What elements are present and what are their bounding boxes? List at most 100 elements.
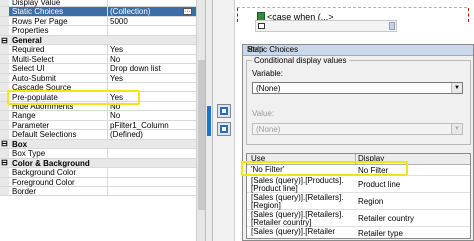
collapse-icon[interactable]: ⊟: [0, 158, 9, 167]
display-cell: Region: [358, 197, 384, 206]
row-gutter: [0, 149, 9, 158]
dialog-titlebar[interactable]: Static Choices Help ✕: [243, 45, 473, 56]
toolbar-remove-icon[interactable]: [217, 122, 231, 136]
table-row[interactable]: [Sales (query)].[Retailers].[Region] Regi…: [247, 193, 470, 210]
property-name: Static Choices: [12, 7, 64, 17]
display-cell: Product line: [358, 180, 401, 189]
dropdown-arrow-icon[interactable]: ▼: [451, 83, 462, 93]
row-gutter: [0, 168, 9, 177]
property-value[interactable]: Drop down list: [110, 64, 196, 73]
row-gutter: [0, 26, 9, 35]
row-gutter: [0, 120, 9, 130]
property-row[interactable]: Parameter pFilter1_Column: [0, 120, 196, 131]
property-value[interactable]: (Defined): [110, 130, 196, 139]
value-label: Value:: [252, 109, 275, 118]
property-row[interactable]: Foreground Color: [0, 177, 196, 187]
use-cell: [Sales (query)].[Products].[Product line…: [251, 176, 344, 194]
row-gutter: [0, 187, 9, 196]
canvas-red-guide: [237, 8, 238, 22]
property-value[interactable]: Yes: [110, 45, 196, 54]
row-gutter: [0, 64, 9, 73]
row-gutter: [0, 177, 9, 186]
property-row[interactable]: Box Type: [0, 149, 196, 159]
category-row[interactable]: ⊟ Color & Background: [0, 158, 196, 169]
value-select[interactable]: (None) ▼: [252, 123, 463, 135]
column-header-display[interactable]: Display: [358, 154, 384, 164]
property-row[interactable]: Display Value: [0, 0, 196, 8]
category-row[interactable]: ⊟ General: [0, 36, 196, 46]
row-gutter: [0, 111, 9, 120]
property-row[interactable]: Multi-Select No: [0, 54, 196, 65]
row-gutter: [0, 45, 9, 54]
table-row[interactable]: [Sales (query)].[Retailers].[Retailer co…: [247, 210, 470, 227]
property-row[interactable]: Auto-Submit Yes: [0, 73, 196, 84]
static-choices-table: Use Display 'No Filter' No Filter [Sales (…: [246, 153, 471, 239]
property-row[interactable]: Hide Adornments No: [0, 101, 196, 112]
use-cell: [Sales (query)].[Retailers].[Retailer co…: [251, 210, 344, 228]
property-row[interactable]: Cascade Source: [0, 83, 196, 93]
collapse-icon[interactable]: ⊟: [0, 36, 9, 45]
property-row[interactable]: Default Selections (Defined): [0, 130, 196, 140]
property-value[interactable]: No: [110, 102, 196, 111]
property-row[interactable]: Static Choices (Collection) ···: [0, 7, 196, 17]
property-row[interactable]: Rows Per Page 5000: [0, 16, 196, 27]
properties-scroll-thumb[interactable]: [198, 60, 205, 210]
property-value[interactable]: pFilter1_Column: [110, 121, 196, 130]
row-gutter: [0, 0, 9, 7]
variable-select[interactable]: (None) ▼: [252, 82, 463, 94]
column-header-use[interactable]: Use: [251, 154, 265, 164]
property-name: Background Color: [12, 168, 77, 178]
side-toolbar: [213, 0, 235, 241]
properties-scrollbar[interactable]: [196, 0, 205, 241]
property-row[interactable]: Pre-populate Yes: [0, 92, 196, 102]
close-icon[interactable]: ✕: [247, 45, 470, 55]
use-cell: [Sales (query)].[Retailers].[Region]: [251, 193, 344, 211]
property-row[interactable]: Range No: [0, 111, 196, 121]
display-cell: No Filter: [358, 166, 389, 175]
property-row[interactable]: Background Color: [0, 168, 196, 178]
property-name: Hide Adornments: [12, 101, 74, 111]
display-cell: Retailer country: [358, 214, 415, 223]
use-cell: [Sales (query)].[Retailer: [251, 227, 336, 236]
property-name: Range: [12, 111, 36, 121]
category-name: Box: [12, 139, 28, 149]
property-row[interactable]: Properties: [0, 26, 196, 36]
row-gutter: [0, 101, 9, 111]
property-row[interactable]: Select UI Drop down list: [0, 64, 196, 74]
canvas-red-guide: [468, 8, 469, 22]
property-name: Box Type: [12, 149, 46, 159]
table-row[interactable]: [Sales (query)].[Products].[Product line…: [247, 176, 470, 193]
static-choices-dialog: Static Choices Help ✕ Conditional displa…: [242, 44, 474, 241]
table-row[interactable]: [Sales (query)].[Retailer Retailer type: [247, 227, 470, 238]
row-gutter: [0, 92, 9, 101]
property-name: Auto-Submit: [12, 73, 57, 83]
category-row[interactable]: ⊟ Box: [0, 139, 196, 150]
property-row[interactable]: Border: [0, 187, 196, 197]
property-value[interactable]: Yes: [110, 74, 196, 83]
table-header: Use Display: [247, 154, 470, 165]
property-name: Default Selections: [12, 130, 77, 140]
property-row[interactable]: Required Yes: [0, 45, 196, 55]
property-name: Cascade Source: [12, 83, 72, 93]
collapse-icon[interactable]: ⊟: [0, 139, 9, 148]
property-value[interactable]: 5000: [110, 17, 196, 26]
property-value[interactable]: Yes: [110, 93, 196, 102]
table-row[interactable]: 'No Filter' No Filter: [247, 165, 470, 176]
property-name: Multi-Select: [12, 54, 54, 64]
dropdown-arrow-icon[interactable]: ▼: [451, 124, 462, 134]
splitter-grip[interactable]: [207, 106, 211, 136]
property-value[interactable]: No: [110, 55, 196, 64]
variable-value: (None): [256, 84, 281, 93]
pane-splitter[interactable]: [205, 0, 213, 241]
property-value[interactable]: No: [110, 111, 196, 120]
property-name: Pre-populate: [12, 92, 58, 102]
condition-block[interactable]: [255, 20, 397, 32]
property-name: Required: [12, 45, 45, 55]
property-name: Rows Per Page: [12, 16, 68, 26]
group-legend: Conditional display values: [252, 56, 349, 65]
ellipsis-icon[interactable]: ···: [183, 8, 192, 16]
condition-handle[interactable]: [389, 22, 395, 30]
property-name: Select UI: [12, 64, 45, 74]
value-value: (None): [256, 125, 281, 134]
toolbar-add-icon[interactable]: [217, 104, 231, 118]
